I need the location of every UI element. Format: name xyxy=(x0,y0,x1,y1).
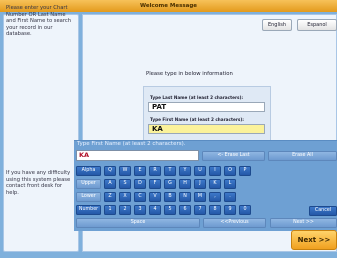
key-row2-6[interactable]: J xyxy=(194,179,206,189)
key-row3-5[interactable]: N xyxy=(179,192,191,202)
key-row3-6[interactable]: M xyxy=(194,192,206,202)
key-row2-3[interactable]: F xyxy=(149,179,161,189)
key-row4-9[interactable]: 0 xyxy=(239,205,251,215)
key-row3-2[interactable]: C xyxy=(134,192,146,202)
keyboard-header: Type First Name (at least 2 characters). xyxy=(77,141,186,147)
key-row1-9[interactable]: P xyxy=(239,166,251,176)
key-row1-0[interactable]: Q xyxy=(104,166,116,176)
espanol-button[interactable]: Espanol xyxy=(297,19,337,31)
last-name-field[interactable]: PAT xyxy=(148,102,265,112)
english-button[interactable]: English xyxy=(262,19,292,31)
first-name-label: Type First Name (at least 2 characters): xyxy=(150,117,244,122)
next-key[interactable]: Next >> xyxy=(270,218,337,228)
key-row1-5[interactable]: Y xyxy=(179,166,191,176)
key-row3-3[interactable]: V xyxy=(149,192,161,202)
key-row3-1[interactable]: X xyxy=(119,192,131,202)
key-row4-4[interactable]: 5 xyxy=(164,205,176,215)
key-row4-7[interactable]: 8 xyxy=(209,205,221,215)
mode-key-number[interactable]: Number xyxy=(76,205,101,215)
key-row2-2[interactable]: D xyxy=(134,179,146,189)
erase-all-key[interactable]: Erase All xyxy=(268,151,337,161)
key-row4-8[interactable]: 9 xyxy=(224,205,236,215)
key-row4-5[interactable]: 6 xyxy=(179,205,191,215)
mode-key-alpha[interactable]: Alpha xyxy=(76,166,101,176)
key-row1-3[interactable]: R xyxy=(149,166,161,176)
key-row4-1[interactable]: 2 xyxy=(119,205,131,215)
key-row1-2[interactable]: E xyxy=(134,166,146,176)
key-row3-8[interactable]: . xyxy=(224,192,236,202)
key-row3-0[interactable]: Z xyxy=(104,192,116,202)
key-row2-0[interactable]: A xyxy=(104,179,116,189)
key-row1-1[interactable]: W xyxy=(119,166,131,176)
key-row1-6[interactable]: U xyxy=(194,166,206,176)
sidebar-panel xyxy=(3,14,79,252)
key-row3-7[interactable]: , xyxy=(209,192,221,202)
mode-key-lower[interactable]: Lower xyxy=(76,192,101,202)
key-row1-7[interactable]: I xyxy=(209,166,221,176)
key-row2-8[interactable]: L xyxy=(224,179,236,189)
key-row2-4[interactable]: G xyxy=(164,179,176,189)
key-row2-7[interactable]: K xyxy=(209,179,221,189)
last-name-label: Type Last Name (at least 2 characters): xyxy=(150,95,244,100)
form-prompt: Please type in below information xyxy=(146,71,233,77)
key-row4-3[interactable]: 4 xyxy=(149,205,161,215)
keyboard-input[interactable]: KA xyxy=(76,150,199,161)
key-row4-0[interactable]: 1 xyxy=(104,205,116,215)
key-row1-4[interactable]: T xyxy=(164,166,176,176)
space-key[interactable]: Space xyxy=(76,218,200,228)
key-row2-5[interactable]: H xyxy=(179,179,191,189)
next-button[interactable]: Next >> xyxy=(291,230,337,250)
cancel-key[interactable]: Cancel xyxy=(309,206,337,216)
key-row4-6[interactable]: 7 xyxy=(194,205,206,215)
key-row3-4[interactable]: B xyxy=(164,192,176,202)
sidebar-instructions: Please enter your Chart Number OR Last N… xyxy=(6,5,72,38)
erase-last-key[interactable]: <- Erase Last xyxy=(202,151,265,161)
key-row1-8[interactable]: O xyxy=(224,166,236,176)
previous-key[interactable]: <<Previous xyxy=(203,218,266,228)
key-row2-1[interactable]: S xyxy=(119,179,131,189)
first-name-field[interactable]: KA xyxy=(148,124,265,134)
sidebar-help-text: If you have any difficulty using this sy… xyxy=(6,170,71,196)
mode-key-upper[interactable]: Upper xyxy=(76,179,101,189)
key-row4-2[interactable]: 3 xyxy=(134,205,146,215)
